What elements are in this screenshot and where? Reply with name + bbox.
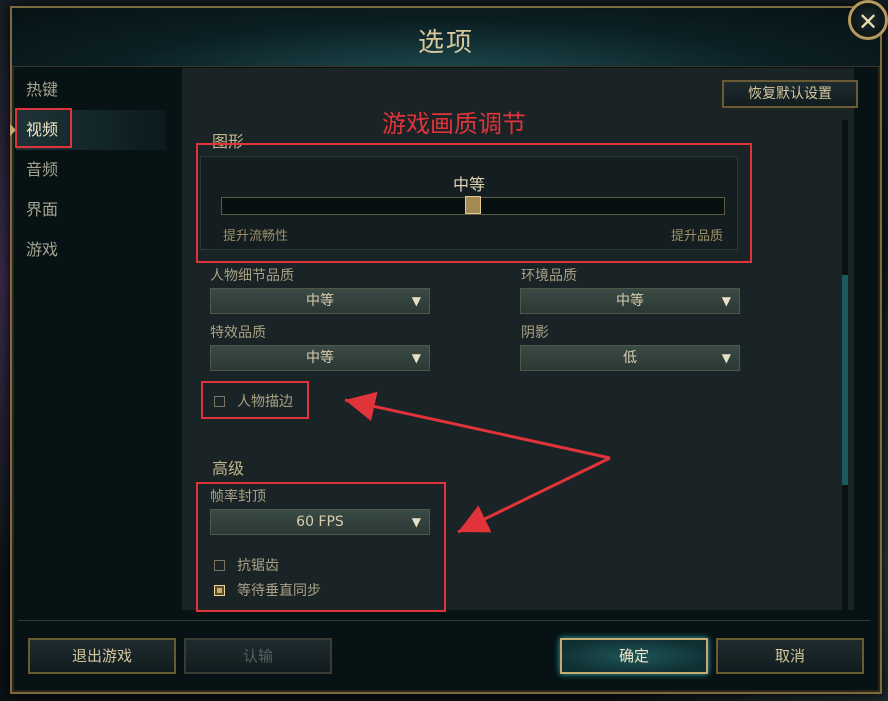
sidebar-item-video[interactable]: 视频	[10, 108, 166, 150]
dialog-title: 选项	[417, 28, 474, 58]
character-detail-label: 人物细节品质	[210, 268, 294, 284]
chevron-down-icon: ▼	[721, 294, 731, 308]
environment-quality-value: 中等	[616, 293, 644, 309]
scrollbar-thumb[interactable]	[842, 275, 848, 485]
sidebar-item-hotkeys[interactable]: 热键	[16, 70, 166, 110]
shadows-value: 低	[623, 350, 637, 366]
character-detail-dropdown[interactable]: 中等 ▼	[210, 288, 430, 314]
effects-quality-value: 中等	[306, 350, 334, 366]
chevron-down-icon: ▼	[721, 351, 731, 365]
shadows-label: 阴影	[521, 325, 549, 341]
sidebar-item-interface[interactable]: 界面	[16, 190, 166, 230]
highlight-advanced-box	[196, 482, 446, 612]
highlight-graphics-box	[196, 143, 752, 263]
shadows-dropdown[interactable]: 低 ▼	[520, 345, 740, 371]
highlight-outline-box	[201, 381, 309, 419]
exit-game-button[interactable]: 退出游戏	[28, 638, 176, 674]
title-bar: 选项	[12, 8, 880, 67]
highlight-video-box	[15, 108, 72, 148]
ok-button[interactable]: 确定	[560, 638, 708, 674]
environment-quality-label: 环境品质	[521, 268, 577, 284]
chevron-down-icon: ▼	[411, 294, 421, 308]
restore-defaults-button[interactable]: 恢复默认设置	[722, 80, 858, 108]
advanced-section-title: 高级	[212, 459, 245, 478]
scrollbar[interactable]	[842, 120, 848, 610]
annotation-quality-label: 游戏画质调节	[382, 110, 526, 138]
sidebar-item-game[interactable]: 游戏	[16, 230, 166, 270]
character-detail-value: 中等	[306, 293, 334, 309]
effects-quality-dropdown[interactable]: 中等 ▼	[210, 345, 430, 371]
footer-divider	[18, 620, 870, 621]
sidebar-item-audio[interactable]: 音频	[16, 150, 166, 190]
cancel-button[interactable]: 取消	[716, 638, 864, 674]
effects-quality-label: 特效品质	[210, 325, 266, 341]
surrender-button[interactable]: 认输	[184, 638, 332, 674]
sidebar: 热键 视频 音频 界面 游戏	[10, 70, 166, 270]
chevron-down-icon: ▼	[411, 351, 421, 365]
environment-quality-dropdown[interactable]: 中等 ▼	[520, 288, 740, 314]
close-icon[interactable]: ✕	[848, 0, 888, 40]
